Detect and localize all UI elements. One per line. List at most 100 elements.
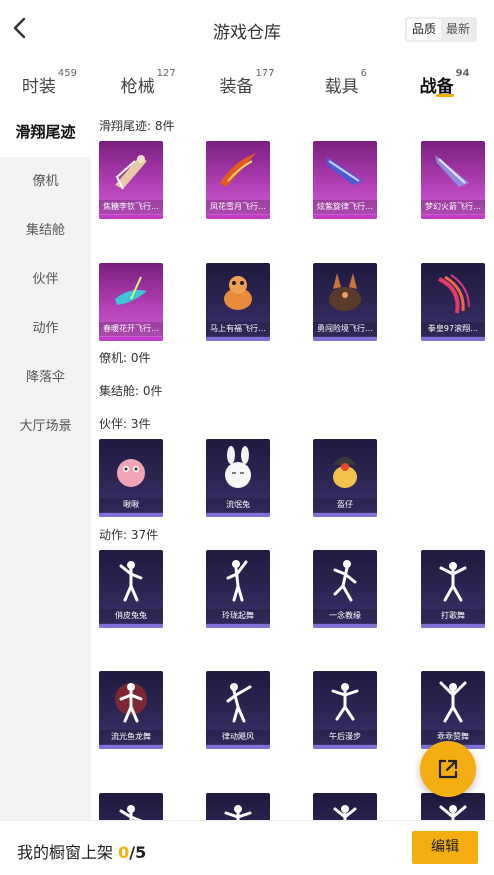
tab-equipment[interactable]: 装备177 <box>198 58 297 108</box>
item-card[interactable]: 凤花雪月飞行… <box>206 141 270 219</box>
sort-option-quality[interactable]: 品质 <box>407 19 441 40</box>
tab-guns[interactable]: 枪械127 <box>99 58 198 108</box>
item-name: 勇闯险境飞行… <box>313 322 377 336</box>
item-card[interactable]: 拳皇97滚翔… <box>421 263 485 341</box>
item-name: 焦糖李钦飞行… <box>99 200 163 214</box>
tab-fashion[interactable]: 时装459 <box>0 58 99 108</box>
dancer-icon <box>439 562 467 602</box>
dancer-icon <box>226 560 248 602</box>
item-card[interactable]: 俏皮兔兔 <box>99 550 163 628</box>
sidebar-item-action[interactable]: 动作 <box>0 304 91 353</box>
sidebar-item-lobby-scene[interactable]: 大厅场景 <box>0 402 91 451</box>
dancer-icon <box>331 683 359 721</box>
item-card[interactable]: 梦幻火箭飞行… <box>421 141 485 219</box>
item-name: 俏皮兔兔 <box>99 609 163 623</box>
dancer-icon <box>224 805 252 820</box>
pink-creature-icon <box>117 459 145 487</box>
item-name: 流氓兔 <box>206 498 270 512</box>
section-title-capsule: 集结舱: 0件 <box>99 384 163 398</box>
dancer-icon <box>119 805 143 820</box>
tab-label: 装备 <box>219 77 254 97</box>
item-card[interactable] <box>421 793 485 820</box>
dancer-icon <box>333 805 357 820</box>
item-card[interactable]: 午后漫步 <box>313 671 377 749</box>
item-card[interactable]: 打歌舞 <box>421 550 485 628</box>
tab-count: 6 <box>360 68 367 79</box>
section-title-action: 动作: 37件 <box>99 528 159 542</box>
showcase-status: 我的橱窗上架 0/5 <box>17 839 146 863</box>
tab-count: 127 <box>156 68 176 79</box>
sidebar-item-glide-trail[interactable]: 滑翔尾迹 <box>0 108 91 157</box>
horse-icon <box>224 276 252 310</box>
tab-vehicles[interactable]: 载具6 <box>296 58 395 108</box>
tab-count: 459 <box>57 68 77 79</box>
item-name: 玲珑起舞 <box>206 609 270 623</box>
item-card[interactable] <box>206 793 270 820</box>
item-name: 盔仔 <box>313 498 377 512</box>
sidebar-item-partner[interactable]: 伙伴 <box>0 255 91 304</box>
item-card[interactable]: 春暖花开飞行… <box>99 263 163 341</box>
item-card[interactable]: 勇闯险境飞行… <box>313 263 377 341</box>
top-bar: 游戏仓库 品质 最新 <box>0 0 494 58</box>
item-name: 梦幻火箭飞行… <box>421 200 485 214</box>
rabbit-icon <box>225 446 251 488</box>
sidebar: 滑翔尾迹 僚机 集结舱 伙伴 动作 降落伞 大厅场景 <box>0 108 91 820</box>
claw-trail-icon <box>438 274 470 314</box>
item-name: 啾啾 <box>99 498 163 512</box>
tab-tactical[interactable]: 战备94 <box>395 58 494 108</box>
item-card[interactable]: 流光鱼龙舞 <box>99 671 163 749</box>
showcase-footer: 我的橱窗上架 0/5 编辑 <box>0 820 494 875</box>
sort-toggle: 品质 最新 <box>405 17 477 42</box>
item-card[interactable] <box>99 793 163 820</box>
showcase-count: 0 <box>118 843 130 862</box>
item-name: 拳皇97滚翔… <box>421 322 485 336</box>
tab-count: 94 <box>455 68 470 79</box>
dancer-icon <box>439 805 467 820</box>
item-card[interactable] <box>313 793 377 820</box>
tab-count: 177 <box>255 68 275 79</box>
tab-label: 载具 <box>324 77 359 97</box>
wing-trail-icon <box>435 155 469 187</box>
item-card[interactable]: 乖乖赞舞 <box>421 671 485 749</box>
tab-label: 时装 <box>21 77 56 97</box>
dancer-icon <box>439 681 467 723</box>
edit-button[interactable]: 编辑 <box>412 831 478 864</box>
item-name: 炫紫旋律飞行… <box>313 200 377 214</box>
wing-trail-icon <box>327 157 363 185</box>
item-card[interactable]: 玲珑起舞 <box>206 550 270 628</box>
wing-trail-icon <box>115 155 147 190</box>
item-card[interactable]: 一念教缘 <box>313 550 377 628</box>
item-name: 马上有福飞行… <box>206 322 270 336</box>
item-name: 打歌舞 <box>421 609 485 623</box>
wing-trail-icon <box>115 276 147 305</box>
section-title-wingman: 僚机: 0件 <box>99 351 151 365</box>
sidebar-item-wingman[interactable]: 僚机 <box>0 157 91 206</box>
item-card[interactable]: 律动飓风 <box>206 671 270 749</box>
item-card[interactable]: 炫紫旋律飞行… <box>313 141 377 219</box>
item-card[interactable]: 焦糖李钦飞行… <box>99 141 163 219</box>
tab-label: 枪械 <box>120 77 155 97</box>
item-card[interactable]: 啾啾 <box>99 439 163 517</box>
showcase-total: /5 <box>129 843 147 862</box>
item-name: 凤花雪月飞行… <box>206 200 270 214</box>
item-card[interactable]: 盔仔 <box>313 439 377 517</box>
item-name: 春暖花开飞行… <box>99 322 163 336</box>
item-card[interactable]: 流氓兔 <box>206 439 270 517</box>
dancer-icon <box>119 561 143 602</box>
item-name: 午后漫步 <box>313 730 377 744</box>
item-card[interactable]: 马上有福飞行… <box>206 263 270 341</box>
item-name: 流光鱼龙舞 <box>99 730 163 744</box>
showcase-label: 我的橱窗上架 <box>17 843 114 862</box>
wing-trail-icon <box>220 153 256 187</box>
sidebar-item-capsule[interactable]: 集结舱 <box>0 206 91 255</box>
share-button[interactable] <box>420 741 476 797</box>
section-title-partner: 伙伴: 3件 <box>99 417 151 431</box>
external-link-icon <box>438 759 458 779</box>
sidebar-item-parachute[interactable]: 降落伞 <box>0 353 91 402</box>
category-tabs: 时装459 枪械127 装备177 载具6 战备94 <box>0 58 494 108</box>
helmet-chick-icon <box>333 457 357 488</box>
sort-option-newest[interactable]: 最新 <box>441 19 475 40</box>
dancer-icon <box>226 683 252 723</box>
dancer-icon <box>333 560 357 602</box>
beast-icon <box>329 273 361 311</box>
